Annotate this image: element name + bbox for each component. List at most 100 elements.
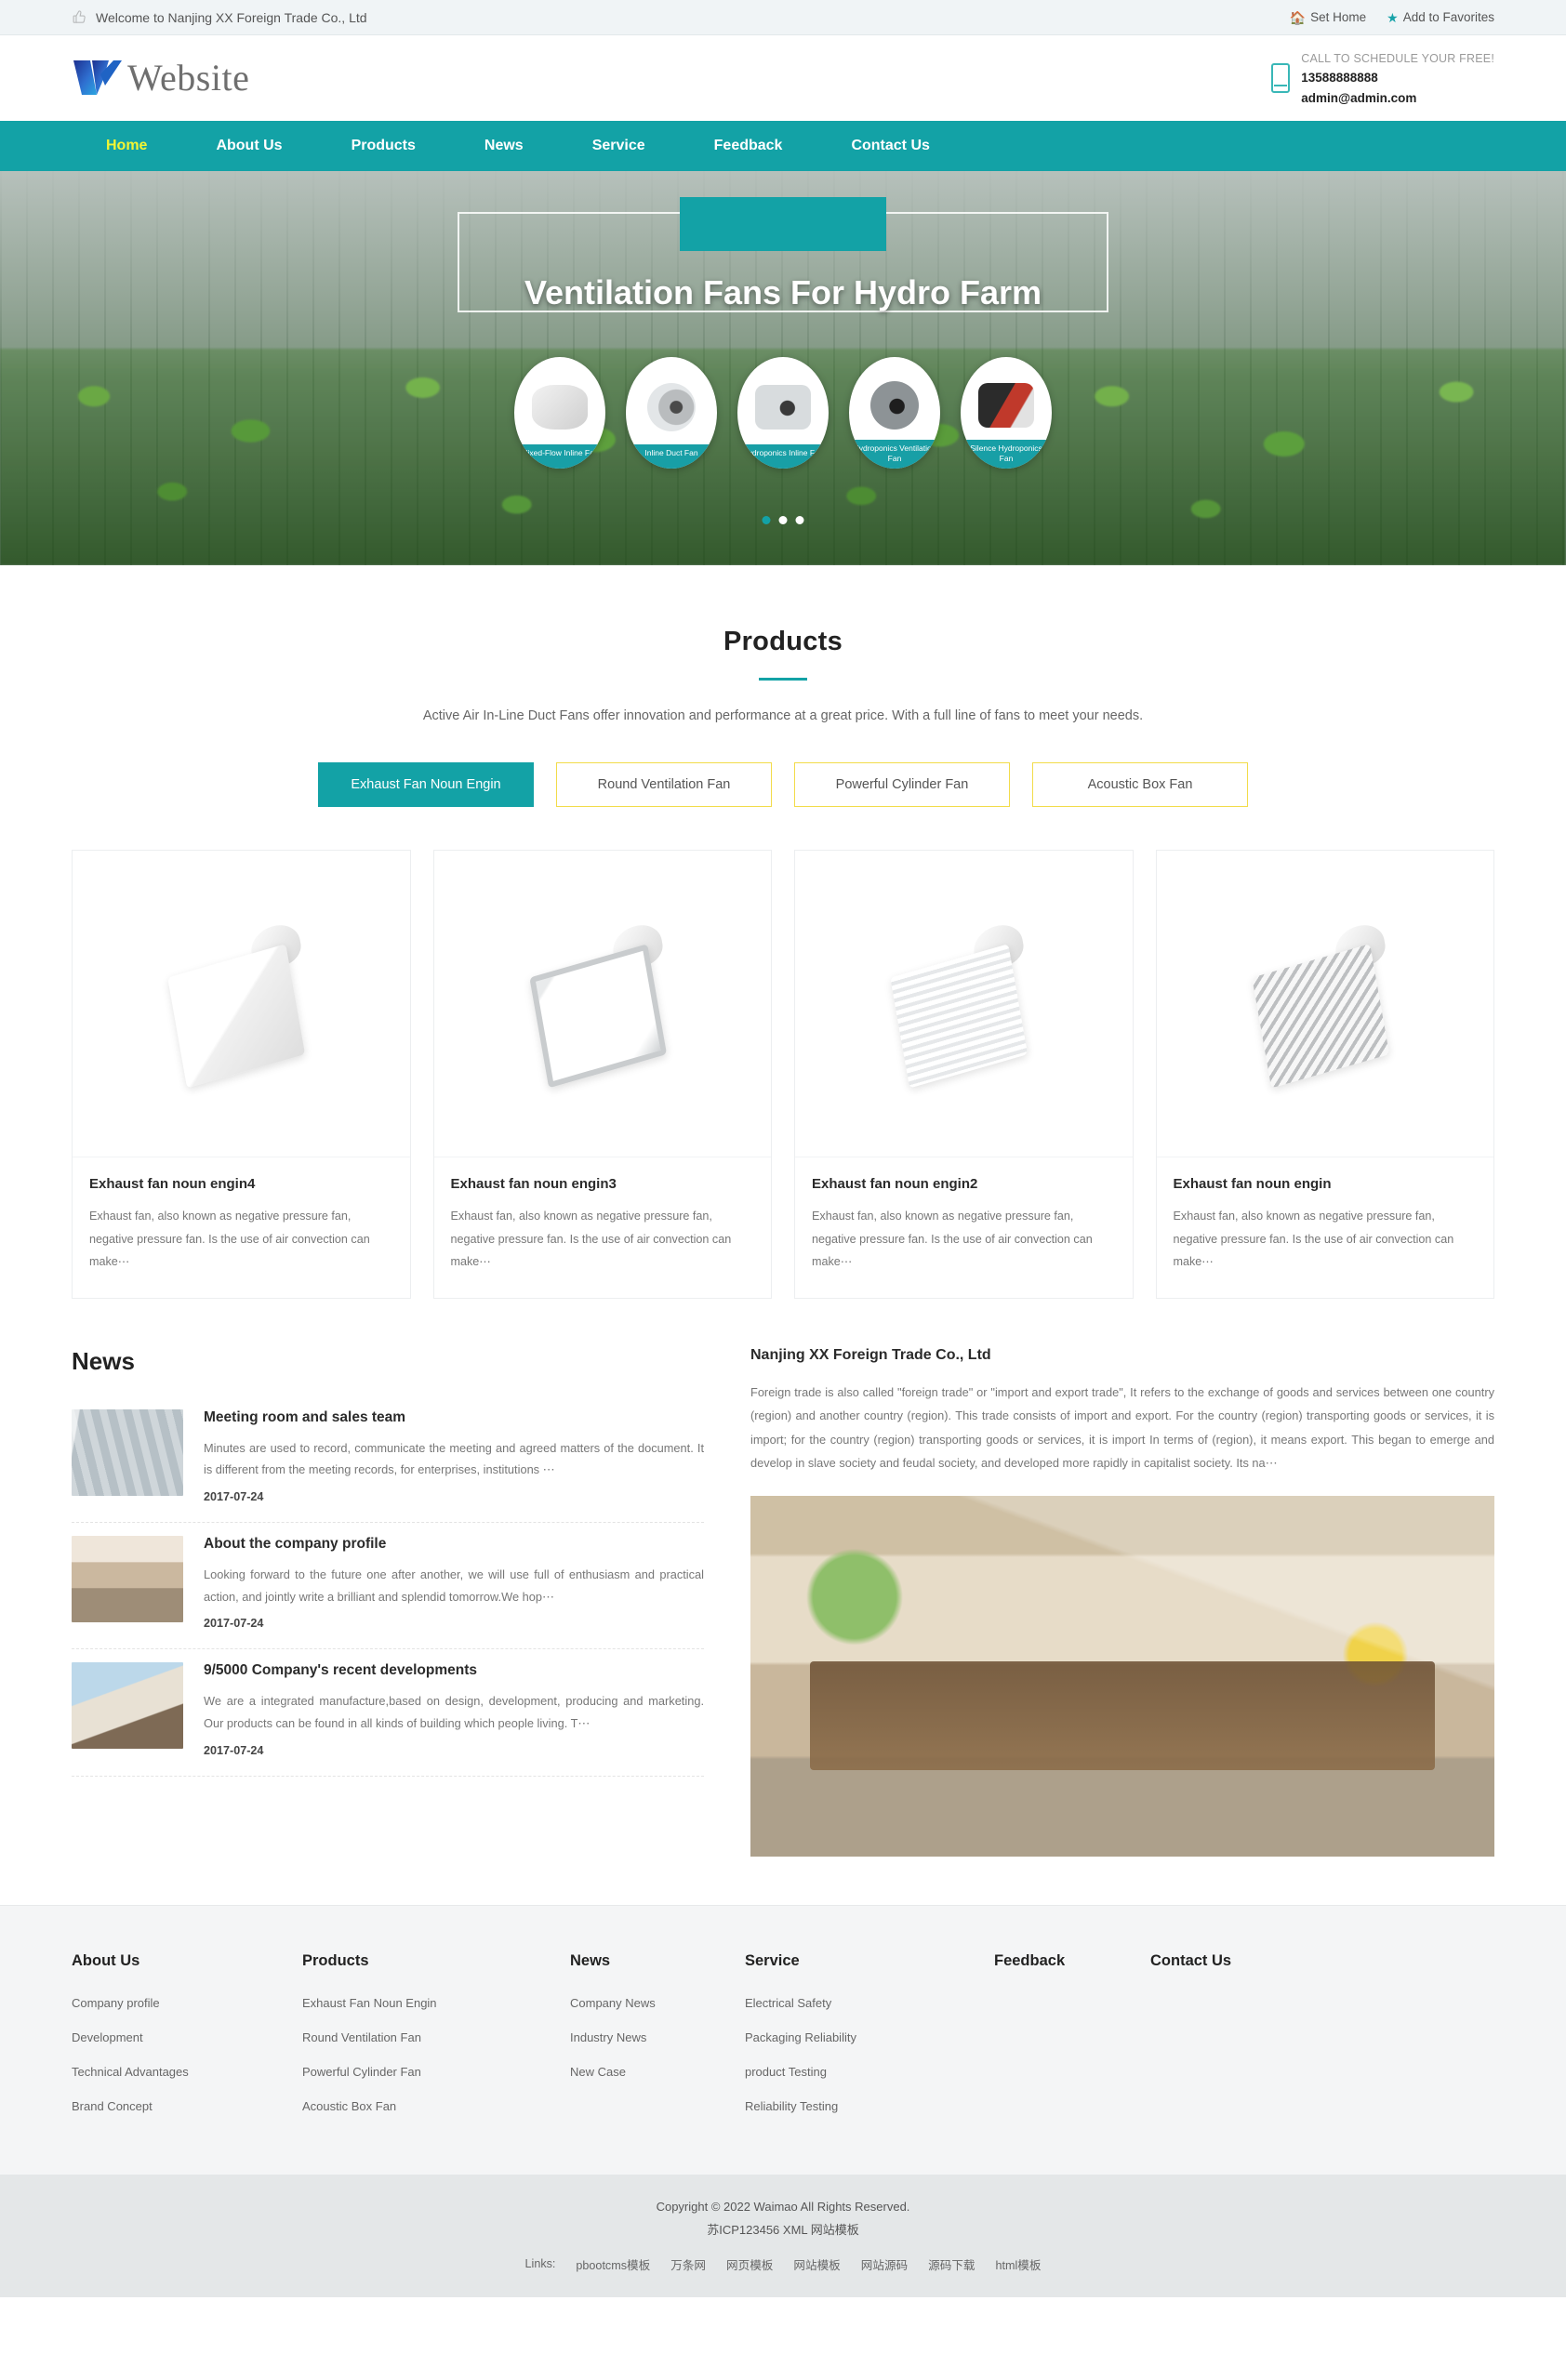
news-item-title: About the company profile <box>204 1535 387 1552</box>
call-label: CALL TO SCHEDULE YOUR FREE! <box>1301 52 1494 66</box>
news-thumbnail <box>72 1662 183 1750</box>
footer-link[interactable]: Company profile <box>72 1996 302 2010</box>
product-card[interactable]: Exhaust fan noun engin3 Exhaust fan, als… <box>432 850 772 1299</box>
copyright-text: Copyright © 2022 Waimao All Rights Reser… <box>656 2200 910 2215</box>
home-icon: 🏠 <box>1289 9 1307 25</box>
main-navigation: Home About Us Products News Service Feed… <box>0 121 1566 171</box>
footer-column-title[interactable]: Products <box>302 1952 570 1970</box>
news-title: News <box>72 1346 135 1375</box>
logo-text: Website <box>127 57 250 99</box>
email-address: admin@admin.com <box>1301 90 1417 105</box>
mobile-phone-icon <box>1271 62 1291 93</box>
site-footer: About Us Company profile Development Tec… <box>0 1905 1566 2175</box>
footer-column-title[interactable]: About Us <box>72 1952 302 1970</box>
footer-link[interactable]: Exhaust Fan Noun Engin <box>302 1996 570 2010</box>
links-label: Links: <box>524 2257 556 2271</box>
product-description: Exhaust fan, also known as negative pres… <box>812 1210 1093 1269</box>
star-icon: ★ <box>1387 9 1399 25</box>
nav-item-news[interactable]: News <box>450 138 558 154</box>
product-image <box>433 851 771 1157</box>
news-thumbnail <box>72 1408 183 1496</box>
carousel-dot-3[interactable] <box>795 516 804 524</box>
nav-item-feedback[interactable]: Feedback <box>680 138 817 154</box>
carousel-dots <box>762 516 804 524</box>
set-home-button[interactable]: 🏠 Set Home <box>1290 10 1366 24</box>
fan-badge[interactable]: Hydroponics Inline Fan <box>737 357 829 469</box>
carousel-dot-1[interactable] <box>762 516 771 524</box>
product-image <box>1156 851 1493 1157</box>
footer-column-title[interactable]: Service <box>745 1952 994 1970</box>
footer-link[interactable]: Brand Concept <box>72 2099 302 2113</box>
friendly-link[interactable]: html模板 <box>996 2255 1042 2273</box>
add-to-favorites-button[interactable]: ★ Add to Favorites <box>1387 10 1494 24</box>
friendly-link[interactable]: 网站源码 <box>861 2255 908 2273</box>
tab-exhaust-fan-noun-engin[interactable]: Exhaust Fan Noun Engin <box>318 762 534 807</box>
tab-acoustic-box-fan[interactable]: Acoustic Box Fan <box>1032 762 1248 807</box>
news-item-title: 9/5000 Company's recent developments <box>204 1662 478 1679</box>
product-title: Exhaust fan noun engin2 <box>812 1176 978 1192</box>
nav-item-products[interactable]: Products <box>317 138 450 154</box>
fan-badge[interactable]: Inline Duct Fan <box>626 357 717 469</box>
phone-number: 13588888888 <box>1301 71 1378 86</box>
product-description: Exhaust fan, also known as negative pres… <box>450 1210 732 1269</box>
carousel-dot-2[interactable] <box>778 516 788 524</box>
w-logo-mark-icon <box>72 58 124 99</box>
footer-link[interactable]: Development <box>72 2030 302 2044</box>
friendly-link[interactable]: 网页模板 <box>726 2255 773 2273</box>
friendly-link[interactable]: 源码下载 <box>928 2255 975 2273</box>
footer-link[interactable]: Company News <box>570 1996 745 2010</box>
fan-image <box>737 357 829 444</box>
footer-column-products: Products Exhaust Fan Noun Engin Round Ve… <box>302 1952 570 2134</box>
product-card[interactable]: Exhaust fan noun engin2 Exhaust fan, als… <box>794 850 1134 1299</box>
fan-label: Hydroponics Ventilation Fan <box>849 440 940 469</box>
top-bar: Welcome to Nanjing XX Foreign Trade Co.,… <box>0 0 1566 35</box>
footer-link[interactable]: Powerful Cylinder Fan <box>302 2065 570 2079</box>
footer-link[interactable]: Reliability Testing <box>745 2099 994 2113</box>
footer-link[interactable]: Round Ventilation Fan <box>302 2030 570 2044</box>
friendly-link[interactable]: 万条网 <box>670 2255 706 2273</box>
fan-badge[interactable]: Silence Hydroponics Fan <box>961 357 1052 469</box>
tab-powerful-cylinder-fan[interactable]: Powerful Cylinder Fan <box>794 762 1010 807</box>
welcome-text: Welcome to Nanjing XX Foreign Trade Co.,… <box>96 9 367 25</box>
fan-label: Hydroponics Inline Fan <box>737 444 829 469</box>
nav-item-about-us[interactable]: About Us <box>181 138 316 154</box>
news-section: News Meeting room and sales team Minutes… <box>72 1347 704 1857</box>
news-item-excerpt: Minutes are used to record, communicate … <box>204 1440 704 1477</box>
product-title: Exhaust fan noun engin <box>1173 1176 1332 1192</box>
footer-column-title[interactable]: Feedback <box>994 1952 1150 1970</box>
footer-link[interactable]: Acoustic Box Fan <box>302 2099 570 2113</box>
footer-link[interactable]: Industry News <box>570 2030 745 2044</box>
footer-link[interactable]: Electrical Safety <box>745 1996 994 2010</box>
products-description: Active Air In-Line Duct Fans offer innov… <box>422 708 1144 723</box>
product-card[interactable]: Exhaust fan noun engin4 Exhaust fan, als… <box>72 850 411 1299</box>
news-list-item[interactable]: About the company profile Looking forwar… <box>72 1523 704 1650</box>
product-card[interactable]: Exhaust fan noun engin Exhaust fan, also… <box>1155 850 1494 1299</box>
friendly-link[interactable]: pbootcms模板 <box>576 2255 650 2273</box>
nav-item-contact-us[interactable]: Contact Us <box>816 138 963 154</box>
footer-link[interactable]: product Testing <box>745 2065 994 2079</box>
friendly-link[interactable]: 网站模板 <box>793 2255 840 2273</box>
product-image <box>795 851 1133 1157</box>
news-item-date: 2017-07-24 <box>204 1617 264 1631</box>
footer-link[interactable]: Packaging Reliability <box>745 2030 994 2044</box>
footer-column-contact-us: Contact Us <box>1150 1952 1336 2134</box>
nav-item-service[interactable]: Service <box>558 138 680 154</box>
footer-column-title[interactable]: Contact Us <box>1150 1952 1336 1970</box>
site-header: Website CALL TO SCHEDULE YOUR FREE! 1358… <box>0 35 1566 121</box>
product-title: Exhaust fan noun engin3 <box>450 1176 617 1192</box>
news-item-date: 2017-07-24 <box>204 1743 264 1757</box>
nav-item-home[interactable]: Home <box>72 138 181 154</box>
product-description: Exhaust fan, also known as negative pres… <box>89 1210 370 1269</box>
footer-link[interactable]: Technical Advantages <box>72 2065 302 2079</box>
footer-link[interactable]: New Case <box>570 2065 745 2079</box>
fan-image <box>626 357 717 444</box>
fan-badge[interactable]: Hydroponics Ventilation Fan <box>849 357 940 469</box>
tab-round-ventilation-fan[interactable]: Round Ventilation Fan <box>556 762 772 807</box>
fan-badge[interactable]: Mixed-Flow Inline Fan <box>514 357 605 469</box>
site-logo[interactable]: Website <box>72 58 249 99</box>
product-title: Exhaust fan noun engin4 <box>89 1176 256 1192</box>
news-list-item[interactable]: Meeting room and sales team Minutes are … <box>72 1396 704 1523</box>
header-contact: CALL TO SCHEDULE YOUR FREE! 13588888888 … <box>1271 48 1494 107</box>
news-list-item[interactable]: 9/5000 Company's recent developments We … <box>72 1649 704 1777</box>
footer-column-title[interactable]: News <box>570 1952 745 1970</box>
